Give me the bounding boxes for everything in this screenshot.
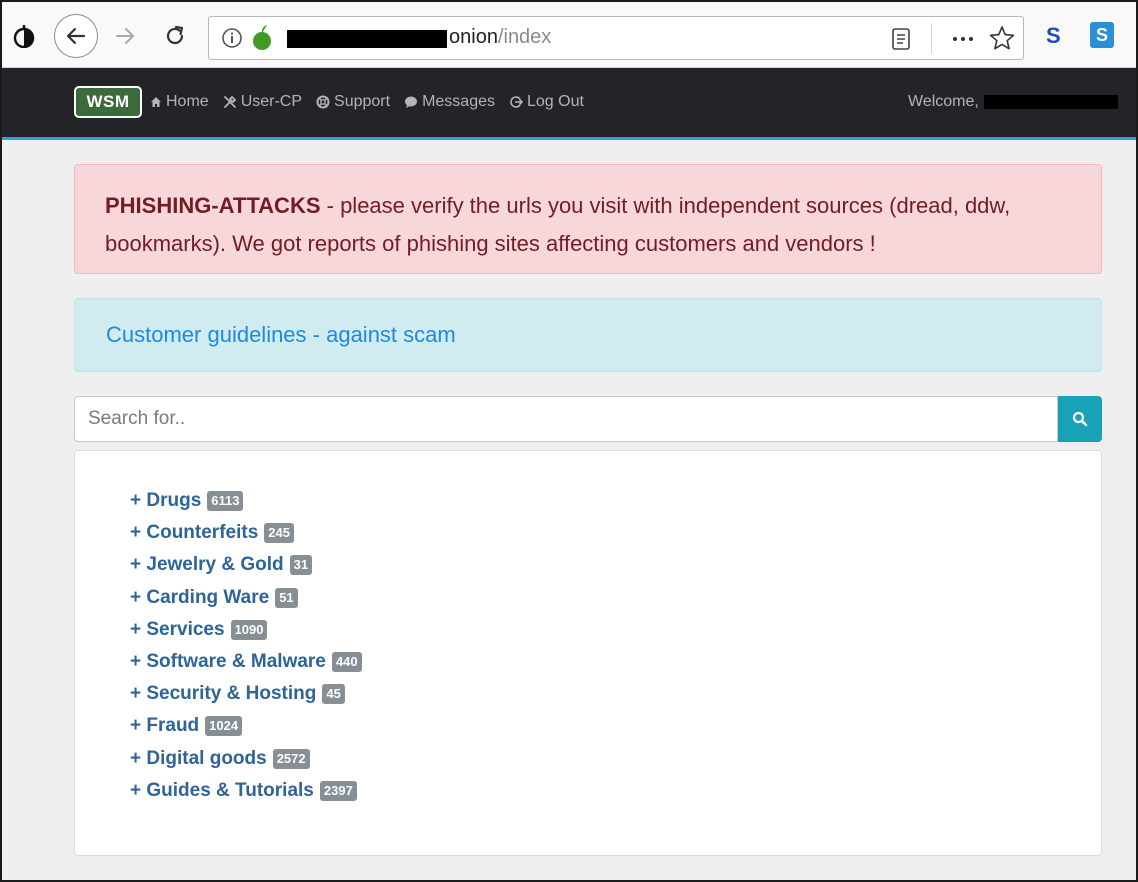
category-item: + Software & Malware 440 xyxy=(130,646,362,678)
reload-icon xyxy=(166,25,184,45)
category-item: + Carding Ware 51 xyxy=(130,582,362,614)
customer-guidelines-link[interactable]: Customer guidelines - against scam xyxy=(106,299,1070,371)
address-bar-divider xyxy=(931,23,932,53)
message-icon xyxy=(405,96,418,108)
home-icon xyxy=(151,97,161,107)
tor-onion-icon[interactable] xyxy=(12,24,36,49)
category-item: + Drugs 6113 xyxy=(130,485,362,517)
category-link-jewelry-gold[interactable]: + Jewelry & Gold xyxy=(130,554,284,576)
category-link-counterfeits[interactable]: + Counterfeits xyxy=(130,522,258,544)
search-button[interactable] xyxy=(1058,396,1102,442)
nav-messages-label: Messages xyxy=(422,93,495,110)
redacted-username-block xyxy=(984,95,1118,109)
category-list: + Drugs 6113 + Counterfeits 245 + Jewelr… xyxy=(130,485,362,807)
bookmark-star-icon[interactable] xyxy=(989,25,1015,51)
extension-s-badge-icon[interactable]: S xyxy=(1090,22,1114,48)
onion-site-icon[interactable] xyxy=(251,25,273,51)
category-link-guides-tutorials[interactable]: + Guides & Tutorials xyxy=(130,780,314,802)
arrow-left-icon xyxy=(66,27,86,45)
page-actions-more-icon[interactable] xyxy=(949,27,977,51)
search-icon xyxy=(1072,411,1088,427)
url-text[interactable]: onion/index xyxy=(449,26,551,49)
category-count-badge: 2572 xyxy=(272,748,310,769)
lifebuoy-icon xyxy=(316,95,330,109)
info-icon[interactable] xyxy=(221,27,243,49)
category-link-digital-goods[interactable]: + Digital goods xyxy=(130,748,267,770)
reload-button[interactable] xyxy=(162,24,188,48)
back-button[interactable] xyxy=(54,14,98,58)
logout-icon xyxy=(510,96,523,108)
guidelines-alert: Customer guidelines - against scam xyxy=(74,298,1102,372)
welcome-text: Welcome, xyxy=(908,93,979,110)
browser-toolbar: onion/index S S xyxy=(2,2,1136,68)
category-count-badge: 31 xyxy=(289,555,313,576)
nav-user-cp-label: User-CP xyxy=(240,93,303,110)
category-link-services[interactable]: + Services xyxy=(130,619,225,641)
nav-user-cp[interactable]: User-CP xyxy=(223,92,302,112)
category-item: + Counterfeits 245 xyxy=(130,517,362,549)
category-link-fraud[interactable]: + Fraud xyxy=(130,715,199,737)
url-path: /index xyxy=(497,26,552,48)
category-count-badge: 51 xyxy=(275,587,298,608)
url-host: onion xyxy=(449,26,498,48)
category-count-badge: 1024 xyxy=(205,716,243,737)
nav-links: Home User-CP Support Messages Log Out xyxy=(150,92,584,112)
category-item: + Services 1090 xyxy=(130,614,362,646)
category-count-badge: 440 xyxy=(331,652,362,673)
tools-icon xyxy=(223,95,236,108)
browser-window: onion/index S S WSM Home User-CP Support… xyxy=(0,0,1138,882)
forward-button[interactable] xyxy=(112,24,138,48)
nav-support-label: Support xyxy=(334,93,391,110)
nav-logout-label: Log Out xyxy=(527,93,584,110)
phishing-alert-title: PHISHING-ATTACKS xyxy=(105,193,321,218)
redacted-url-block xyxy=(287,30,447,48)
category-count-badge: 2397 xyxy=(319,780,357,801)
search-input[interactable] xyxy=(74,396,1058,442)
category-item: + Jewelry & Gold 31 xyxy=(130,549,362,581)
nav-messages[interactable]: Messages xyxy=(404,92,495,112)
category-item: + Digital goods 2572 xyxy=(130,743,362,775)
categories-panel: + Drugs 6113 + Counterfeits 245 + Jewelr… xyxy=(74,450,1102,856)
category-link-carding-ware[interactable]: + Carding Ware xyxy=(130,587,269,609)
category-item: + Guides & Tutorials 2397 xyxy=(130,775,362,807)
category-count-badge: 6113 xyxy=(207,491,244,512)
category-item: + Fraud 1024 xyxy=(130,710,362,742)
search-bar xyxy=(74,396,1102,442)
nav-support[interactable]: Support xyxy=(316,92,390,112)
extension-s-icon[interactable]: S xyxy=(1046,24,1061,48)
address-bar[interactable]: onion/index xyxy=(208,16,1024,60)
nav-home-label: Home xyxy=(166,93,209,110)
category-link-drugs[interactable]: + Drugs xyxy=(130,490,201,512)
nav-home[interactable]: Home xyxy=(150,92,209,112)
nav-logout[interactable]: Log Out xyxy=(509,92,584,112)
category-count-badge: 245 xyxy=(264,523,294,544)
category-link-security-hosting[interactable]: + Security & Hosting xyxy=(130,683,316,705)
category-count-badge: 45 xyxy=(322,684,345,705)
category-count-badge: 1090 xyxy=(230,619,268,640)
site-navbar: WSM Home User-CP Support Messages Log Ou… xyxy=(2,68,1136,140)
site-logo[interactable]: WSM xyxy=(74,86,142,118)
category-item: + Security & Hosting 45 xyxy=(130,678,362,710)
phishing-alert: PHISHING-ATTACKS - please verify the url… xyxy=(74,164,1102,274)
reader-view-icon[interactable] xyxy=(891,27,911,51)
arrow-right-icon xyxy=(116,28,134,44)
category-link-software-malware[interactable]: + Software & Malware xyxy=(130,651,326,673)
